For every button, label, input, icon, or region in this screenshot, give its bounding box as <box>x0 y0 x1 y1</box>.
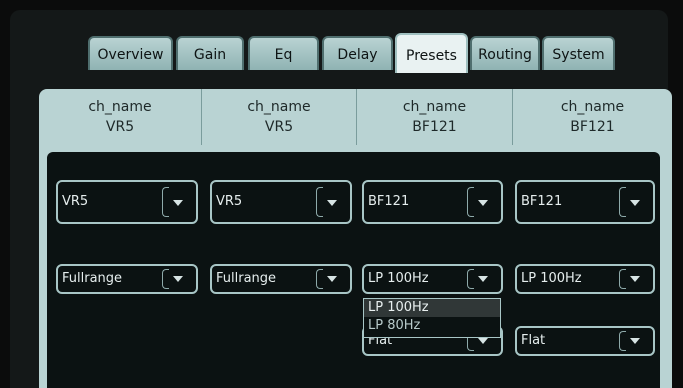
channel-name-label: ch_name <box>402 99 467 115</box>
tab-system[interactable]: System <box>542 36 615 70</box>
dropdown-option-lp-80hz[interactable]: LP 80Hz <box>364 317 500 335</box>
channel-model-label: BF121 <box>412 119 457 135</box>
speaker-preset-select-1[interactable]: VR5 <box>56 180 198 224</box>
filter-preset-select-1[interactable]: Fullrange <box>56 264 198 294</box>
select-value: Fullrange <box>216 271 277 286</box>
chevron-down-icon <box>630 276 640 282</box>
tab-eq[interactable]: Eq <box>248 36 319 70</box>
filter-preset-select-2[interactable]: Fullrange <box>210 264 352 294</box>
chevron-down-icon <box>478 338 488 344</box>
select-value: Flat <box>521 333 546 348</box>
chevron-down-icon <box>173 276 183 282</box>
select-value: VR5 <box>62 194 89 209</box>
chevron-down-icon <box>327 200 337 206</box>
chevron-down-icon <box>630 200 640 206</box>
select-value: LP 100Hz <box>521 271 582 286</box>
tab-overview[interactable]: Overview <box>88 36 173 70</box>
channel-model-label: VR5 <box>264 119 294 135</box>
channel-name-label: ch_name <box>560 99 625 115</box>
channel-header-1: ch_name VR5 <box>39 89 201 145</box>
dropdown-option-lp-100hz[interactable]: LP 100Hz <box>364 299 500 317</box>
eq-preset-select-4[interactable]: Flat <box>515 326 655 356</box>
filter-preset-select-4[interactable]: LP 100Hz <box>515 264 655 294</box>
tab-delay[interactable]: Delay <box>322 36 393 70</box>
filter-dropdown-list: LP 100Hz LP 80Hz <box>363 298 501 338</box>
chevron-down-icon <box>478 200 488 206</box>
channel-model-label: BF121 <box>570 119 615 135</box>
chevron-down-icon <box>327 276 337 282</box>
select-value: BF121 <box>368 194 410 209</box>
speaker-preset-select-2[interactable]: VR5 <box>210 180 352 224</box>
channel-header-4: ch_name BF121 <box>512 89 672 145</box>
channel-name-label: ch_name <box>247 99 311 115</box>
speaker-preset-select-4[interactable]: BF121 <box>515 180 655 224</box>
channel-header-2: ch_name VR5 <box>201 89 356 145</box>
channel-name-label: ch_name <box>88 99 152 115</box>
tab-presets[interactable]: Presets <box>395 33 468 73</box>
select-value: BF121 <box>521 194 563 209</box>
chevron-down-icon <box>630 338 640 344</box>
select-value: VR5 <box>216 194 243 209</box>
channel-model-label: VR5 <box>105 119 135 135</box>
tab-gain[interactable]: Gain <box>176 36 244 70</box>
chevron-down-icon <box>478 276 488 282</box>
speaker-preset-select-3[interactable]: BF121 <box>362 180 503 224</box>
filter-preset-select-3[interactable]: LP 100Hz <box>362 264 503 294</box>
channel-header: ch_name VR5 ch_name VR5 ch_name BF121 ch… <box>39 89 672 151</box>
select-value: Fullrange <box>62 271 123 286</box>
channel-header-3: ch_name BF121 <box>356 89 512 145</box>
chevron-down-icon <box>173 200 183 206</box>
tab-routing[interactable]: Routing <box>470 36 540 70</box>
select-value: LP 100Hz <box>368 271 429 286</box>
